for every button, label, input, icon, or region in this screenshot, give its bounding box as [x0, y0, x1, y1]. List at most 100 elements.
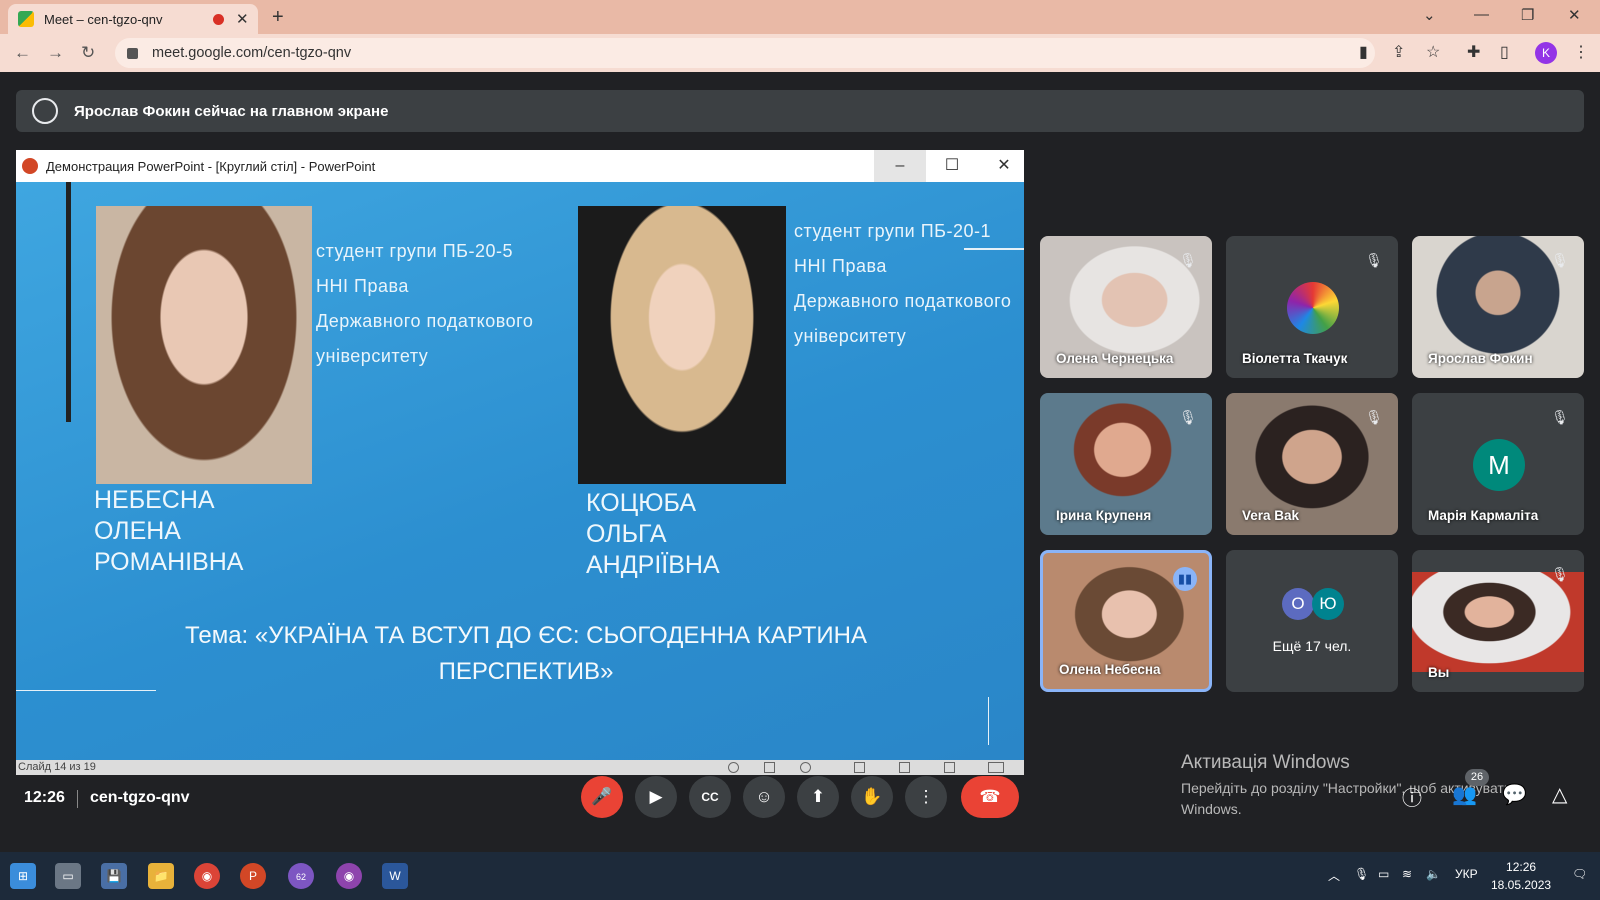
- restore-window-button[interactable]: ❐: [1521, 6, 1534, 24]
- prev-slide-icon[interactable]: [728, 762, 739, 773]
- slide-sorter-icon[interactable]: [899, 762, 910, 773]
- viber-icon[interactable]: 62: [288, 863, 314, 889]
- close-window-button[interactable]: ✕: [1568, 6, 1581, 24]
- participant-name: Вы: [1428, 665, 1450, 680]
- more-options-button[interactable]: ⋮: [905, 776, 947, 818]
- meeting-info-icon[interactable]: ⓘ: [1402, 782, 1422, 811]
- participant-name: Віолетта Ткачук: [1242, 351, 1348, 366]
- chat-icon[interactable]: 💬: [1502, 782, 1527, 807]
- browser-tab-strip: Meet – cen-tgzo-qnv ✕ + ⌄ — ❐ ✕: [0, 0, 1600, 34]
- banner-text: Ярослав Фокин сейчас на главном экране: [74, 102, 389, 120]
- camera-toggle-button[interactable]: ▶: [635, 776, 677, 818]
- activities-icon[interactable]: △: [1552, 782, 1567, 807]
- ppt-close-button[interactable]: ✕: [978, 150, 1024, 182]
- more-participants-label: Ещё 17 чел.: [1272, 638, 1352, 654]
- ppt-minimize-button[interactable]: –: [874, 150, 926, 182]
- slide-topic: Тема: «УКРАЇНА ТА ВСТУП ДО ЄС: СЬОГОДЕНН…: [185, 622, 867, 685]
- participant-name: Ірина Крупеня: [1056, 508, 1152, 523]
- shared-screen: Демонстрация PowerPoint - [Круглий стіл]…: [16, 150, 1024, 775]
- mic-off-icon: 🎙: [1551, 409, 1569, 425]
- participant-tile[interactable]: M 🎙 Марія Кармаліта: [1412, 393, 1584, 535]
- slideshow-icon[interactable]: [988, 762, 1004, 773]
- avatar: Ю: [1312, 588, 1344, 620]
- tray-chevron-icon[interactable]: ︿: [1328, 867, 1340, 884]
- presenter-avatar-icon: [32, 98, 58, 124]
- reload-icon[interactable]: ↻: [81, 43, 95, 63]
- meeting-time: 12:26: [24, 789, 65, 806]
- reactions-button[interactable]: ☺: [743, 776, 785, 818]
- student2-photo: [578, 206, 786, 484]
- raise-hand-button[interactable]: ✋: [851, 776, 893, 818]
- participant-name: Олена Чернецька: [1056, 351, 1174, 366]
- more-participants-tile[interactable]: О Ю Ещё 17 чел.: [1226, 550, 1398, 692]
- forward-icon[interactable]: →: [47, 43, 64, 63]
- share-icon[interactable]: ⇪: [1392, 42, 1405, 62]
- address-bar[interactable]: meet.google.com/cen-tgzo-qnv: [115, 38, 1375, 68]
- lock-icon: [127, 47, 138, 59]
- wifi-icon[interactable]: ≋: [1402, 867, 1412, 881]
- mic-off-icon: 🎙: [1551, 252, 1569, 268]
- side-panel-icon[interactable]: ▯: [1500, 42, 1509, 62]
- save-icon[interactable]: 💾: [101, 863, 127, 889]
- participant-name: Марія Кармаліта: [1428, 508, 1539, 523]
- taskbar-clock[interactable]: 12:26 18.05.2023: [1491, 858, 1551, 894]
- notes-icon[interactable]: [764, 762, 775, 773]
- bookmark-star-icon[interactable]: ☆: [1426, 42, 1440, 62]
- self-video: [1412, 572, 1584, 672]
- ppt-maximize-button[interactable]: ☐: [926, 150, 978, 182]
- mic-toggle-button[interactable]: 🎤: [581, 776, 623, 818]
- microphone-tray-icon[interactable]: 🎙: [1354, 867, 1369, 881]
- next-slide-icon[interactable]: [800, 762, 811, 773]
- student1-info: студент групи ПБ-20-5 ННІ Права Державно…: [316, 241, 534, 366]
- speaking-indicator-icon: ▮▮: [1173, 567, 1197, 591]
- participant-tile-active-speaker[interactable]: ▮▮ Олена Небесна: [1040, 550, 1212, 692]
- chrome-profile-icon[interactable]: ◉: [336, 863, 362, 889]
- chrome-menu-icon[interactable]: ⋮: [1573, 42, 1589, 62]
- file-explorer-icon[interactable]: 📁: [148, 863, 174, 889]
- participant-name: Олена Небесна: [1059, 662, 1161, 677]
- divider: [77, 790, 78, 808]
- reading-view-icon[interactable]: [944, 762, 955, 773]
- normal-view-icon[interactable]: [854, 762, 865, 773]
- slide-line: [16, 690, 156, 691]
- tab-close-icon[interactable]: ✕: [236, 10, 249, 28]
- mic-off-icon: 🎙: [1179, 252, 1197, 268]
- present-screen-button[interactable]: ⬆: [797, 776, 839, 818]
- participant-tile[interactable]: 🎙 Олена Чернецька: [1040, 236, 1212, 378]
- participant-tile[interactable]: 🎙 Віолетта Ткачук: [1226, 236, 1398, 378]
- browser-tab[interactable]: Meet – cen-tgzo-qnv ✕: [8, 4, 258, 34]
- powerpoint-titlebar: Демонстрация PowerPoint - [Круглий стіл]…: [16, 150, 1024, 182]
- new-tab-button[interactable]: +: [272, 6, 284, 29]
- profile-avatar[interactable]: K: [1535, 42, 1557, 64]
- browser-toolbar: ← → ↻ meet.google.com/cen-tgzo-qnv ▮ ⇪ ☆…: [0, 34, 1600, 72]
- meet-stage: Ярослав Фокин сейчас на главном экране Д…: [0, 72, 1600, 852]
- participant-tile-self[interactable]: 🎙 Вы: [1412, 550, 1584, 692]
- slide-counter: Слайд 14 из 19: [18, 761, 96, 773]
- avatar: M: [1473, 439, 1525, 491]
- participant-tile[interactable]: 🎙 Vera Bak: [1226, 393, 1398, 535]
- back-icon[interactable]: ←: [14, 43, 31, 63]
- mic-off-icon: 🎙: [1551, 566, 1569, 582]
- participants-count-badge: 26: [1465, 769, 1489, 786]
- language-indicator[interactable]: УКР: [1455, 867, 1478, 881]
- start-button[interactable]: ⊞: [10, 863, 36, 889]
- leave-call-button[interactable]: ☎: [961, 776, 1019, 818]
- powerpoint-taskbar-icon[interactable]: P: [240, 863, 266, 889]
- participant-tile[interactable]: 🎙 Ярослав Фокин: [1412, 236, 1584, 378]
- word-icon[interactable]: W: [382, 863, 408, 889]
- slide: студент групи ПБ-20-5 ННІ Права Державно…: [16, 182, 1024, 760]
- recording-dot-icon: [213, 14, 224, 25]
- notifications-icon[interactable]: 🗨: [1572, 867, 1587, 881]
- extensions-icon[interactable]: ✚: [1467, 42, 1480, 62]
- participant-tile[interactable]: 🎙 Ірина Крупеня: [1040, 393, 1212, 535]
- tab-search-icon[interactable]: ⌄: [1423, 6, 1436, 24]
- minimize-window-button[interactable]: —: [1474, 6, 1489, 23]
- mic-off-icon: 🎙: [1179, 409, 1197, 425]
- camera-icon[interactable]: ▮: [1359, 42, 1368, 62]
- volume-icon[interactable]: 🔈: [1426, 867, 1441, 881]
- task-view-icon[interactable]: ▭: [55, 863, 81, 889]
- chrome-icon[interactable]: ◉: [194, 863, 220, 889]
- meet-favicon-icon: [18, 11, 34, 27]
- captions-button[interactable]: CC: [689, 776, 731, 818]
- battery-icon[interactable]: ▭: [1378, 867, 1389, 881]
